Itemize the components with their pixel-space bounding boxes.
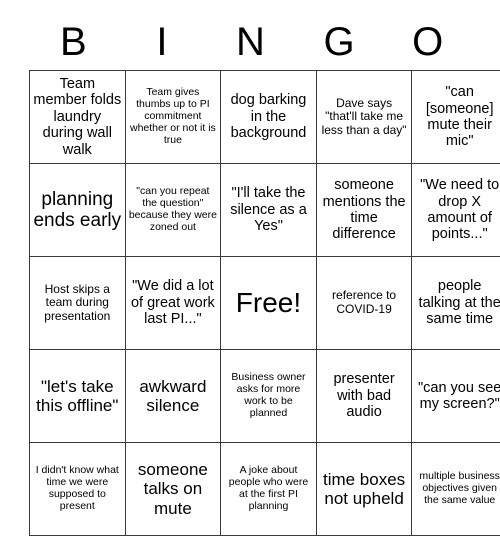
bingo-cell-r4c3[interactable]: Business owner asks for more work to be … [220,349,317,443]
bingo-cell-r3c2[interactable]: "We did a lot of great work last PI..." [124,256,222,350]
bingo-cell-r1c3[interactable]: dog barking in the background [220,70,317,164]
bingo-grid: Team member folds laundry during wall wa… [29,70,500,536]
bingo-cell-r1c2[interactable]: Team gives thumbs up to PI commitment wh… [124,70,222,164]
bingo-cell-free-space[interactable]: Free! [220,256,317,350]
bingo-cell-r5c5[interactable]: multiple business objectives given the s… [411,442,500,536]
bingo-cell-r5c3[interactable]: A joke about people who were at the firs… [220,442,317,536]
bingo-row: Team member folds laundry during wall wa… [29,70,500,164]
bingo-cell-r5c4[interactable]: time boxes not upheld [315,442,413,536]
bingo-cell-r4c2[interactable]: awkward silence [124,349,222,443]
bingo-cell-r5c2[interactable]: someone talks on mute [124,442,222,536]
bingo-cell-r3c4[interactable]: reference to COVID-19 [315,256,413,350]
bingo-cell-r2c2[interactable]: "can you repeat the question" because th… [124,163,222,257]
bingo-card: B I N G O Team member folds laundry duri… [29,0,500,536]
bingo-cell-r4c5[interactable]: "can you see my screen?" [411,349,500,443]
bingo-cell-r1c1[interactable]: Team member folds laundry during wall wa… [29,70,126,164]
bingo-cell-r1c4[interactable]: Dave says "that'll take me less than a d… [315,70,413,164]
bingo-header-letter-n: N [236,20,265,64]
bingo-cell-r5c1[interactable]: I didn't know what time we were supposed… [29,442,126,536]
bingo-row: Host skips a team during presentation "W… [29,256,500,350]
bingo-header-row: B I N G O [29,0,472,70]
bingo-cell-r3c5[interactable]: people talking at the same time [411,256,500,350]
bingo-row: I didn't know what time we were supposed… [29,442,500,536]
bingo-cell-r2c3[interactable]: "I'll take the silence as a Yes" [220,163,317,257]
bingo-header-letter-i: I [156,20,168,64]
bingo-cell-r1c5[interactable]: "can [someone] mute their mic" [411,70,500,164]
bingo-cell-r3c1[interactable]: Host skips a team during presentation [29,256,126,350]
bingo-header-letter-g: G [323,20,355,64]
bingo-cell-r2c1[interactable]: planning ends early [29,163,126,257]
bingo-row: "let's take this offline" awkward silenc… [29,349,500,443]
bingo-cell-r2c5[interactable]: "We need to drop X amount of points..." [411,163,500,257]
bingo-row: planning ends early "can you repeat the … [29,163,500,257]
bingo-cell-r4c4[interactable]: presenter with bad audio [315,349,413,443]
bingo-header-letter-b: B [59,20,87,64]
bingo-cell-r4c1[interactable]: "let's take this offline" [29,349,126,443]
bingo-header-letter-o: O [412,20,444,64]
bingo-cell-r2c4[interactable]: someone mentions the time difference [315,163,413,257]
